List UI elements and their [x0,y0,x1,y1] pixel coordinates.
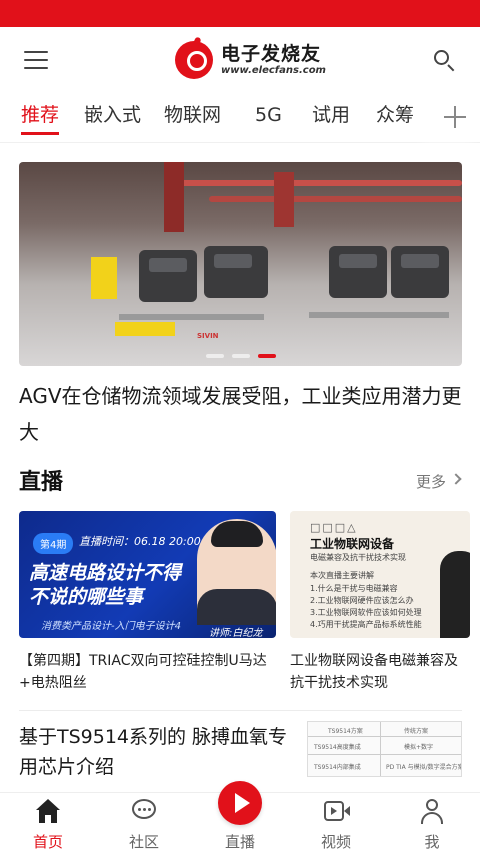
banner-column [274,172,294,227]
live-thumbnail[interactable]: 第4期 直播时间：06.18 20:00 高速电路设计不得 不说的哪些事 消费类… [19,511,276,638]
tab-trial[interactable]: 试用 [312,101,350,135]
banner-engine [329,246,387,298]
tab-5g[interactable]: 5G [255,101,282,135]
search-icon[interactable] [432,49,456,73]
thumb-cell: TS9514内部集成 [314,764,361,771]
nav-me[interactable]: 我 [392,793,472,853]
thumb-cell: 传统方案 [404,728,429,735]
lecturer-name: 讲师:白纪龙 [209,628,263,638]
episode-badge: 第4期 [33,533,74,554]
banner-cart [119,314,264,320]
divider [19,710,462,711]
thumb-title: 高速电路设计不得 不说的哪些事 [29,561,181,609]
tab-iot[interactable]: 物联网 [164,101,221,135]
live-card[interactable]: 第4期 直播时间：06.18 20:00 高速电路设计不得 不说的哪些事 消费类… [19,511,276,694]
carousel-dot[interactable] [231,354,250,358]
app-header: 电子发烧友 www.elecfans.com [0,27,480,93]
thumb-cell: 模拟+数字 [404,744,434,751]
nav-community-label: 社区 [128,833,159,851]
banner-engine [391,246,449,298]
headline-title[interactable]: AGV在仓储物流领域发展受阻，工业类应用潜力更大 [19,378,464,450]
carousel-indicators [19,354,462,358]
banner-yellow-machine [91,257,117,299]
live-caption[interactable]: 工业物联网设备电磁兼容及抗干扰技术实现 [290,650,470,694]
nav-video[interactable]: 视频 [296,793,376,853]
thumb-line: 2.工业物联网硬件应该怎么办 [310,596,414,605]
live-caption[interactable]: 【第四期】TRIAC双向可控硅控制U马达+电热阻丝 [19,650,276,694]
thumb-cell: PD TIA 与模拟/数字混合方案 [386,764,462,771]
user-icon [418,799,446,825]
nav-community[interactable]: 社区 [104,793,184,853]
nav-video-label: 视频 [320,833,351,851]
hero-banner[interactable]: SIVIN [19,162,462,366]
nav-home-label: 首页 [32,833,63,851]
live-thumbnail[interactable]: □□□△ 工业物联网设备 电磁兼容及抗干扰技术实现 本次直播主要讲解 1.什么是… [290,511,470,638]
bottom-navigation: 首页 社区 直播 视频 我 [0,781,480,853]
banner-sign: SIVIN [197,332,219,340]
video-camera-icon [322,799,350,825]
banner-cart [309,312,449,318]
nav-me-label: 我 [424,833,440,851]
article-thumbnail[interactable]: TS9514方案 传统方案 TS9514高度集成 模拟+数字 TS9514内部集… [307,721,462,777]
nav-live[interactable]: 直播 [200,793,280,853]
logo-text: 电子发烧友 www.elecfans.com [221,43,326,77]
nav-home[interactable]: 首页 [8,793,88,853]
chat-bubble-icon [130,799,158,825]
thumb-line: 4.巧用干扰提高产品标系统性能 [310,620,422,629]
nav-live-label: 直播 [224,833,255,851]
thumb-title-line: 高速电路设计不得 [29,562,182,584]
thumb-subtitle: 消费类产品设计-入门电子设计4 [41,621,181,632]
tab-recommend[interactable]: 推荐 [21,101,60,135]
live-time: 直播时间：06.18 20:00 [79,535,201,548]
add-channel-plus-icon[interactable] [430,93,480,141]
banner-pipe [209,196,462,202]
thumb-cell: TS9514高度集成 [314,744,361,751]
speaker-photo [440,551,470,638]
tab-embedded[interactable]: 嵌入式 [84,101,141,135]
thumb-line: 1.什么是干扰与电磁兼容 [310,584,398,593]
logo-mark-icon [175,41,213,79]
carousel-dot-active[interactable] [257,354,276,358]
live-section-title: 直播 [19,470,64,495]
banner-engine [204,246,268,298]
hamburger-menu-icon[interactable] [24,51,48,69]
home-icon [34,799,62,825]
more-link[interactable]: 更多 [416,471,446,492]
banner-column [164,162,184,232]
thumb-title-line: 不说的哪些事 [29,586,144,608]
thumb-line: 本次直播主要讲解 [310,571,374,580]
lecturer-photo [197,519,276,625]
carousel-dot[interactable] [205,354,224,358]
status-bar [0,0,480,27]
live-card[interactable]: □□□△ 工业物联网设备 电磁兼容及抗干扰技术实现 本次直播主要讲解 1.什么是… [290,511,470,694]
chevron-right-icon[interactable] [450,473,462,485]
thumb-title: 工业物联网设备 [310,537,395,551]
banner-engine [139,250,197,302]
logo-url: www.elecfans.com [221,65,326,76]
banner-pipe [169,180,462,186]
logo-name: 电子发烧友 [221,43,322,65]
banner-agv [115,322,175,336]
tab-crowdfunding[interactable]: 众筹 [376,101,414,135]
thumb-line: 电磁兼容及抗干扰技术实现 [310,553,406,562]
article-title[interactable]: 基于TS9514系列的 脉搏血氧专用芯片介绍 [19,722,289,782]
thumb-boxes: □□□△ [310,521,358,534]
channel-tabs: 推荐 嵌入式 物联网 5G 试用 众筹 [0,93,480,143]
thumb-cell: TS9514方案 [328,728,363,735]
brand-logo[interactable]: 电子发烧友 www.elecfans.com [175,37,326,83]
thumb-line: 3.工业物联网软件应该如何处理 [310,608,422,617]
